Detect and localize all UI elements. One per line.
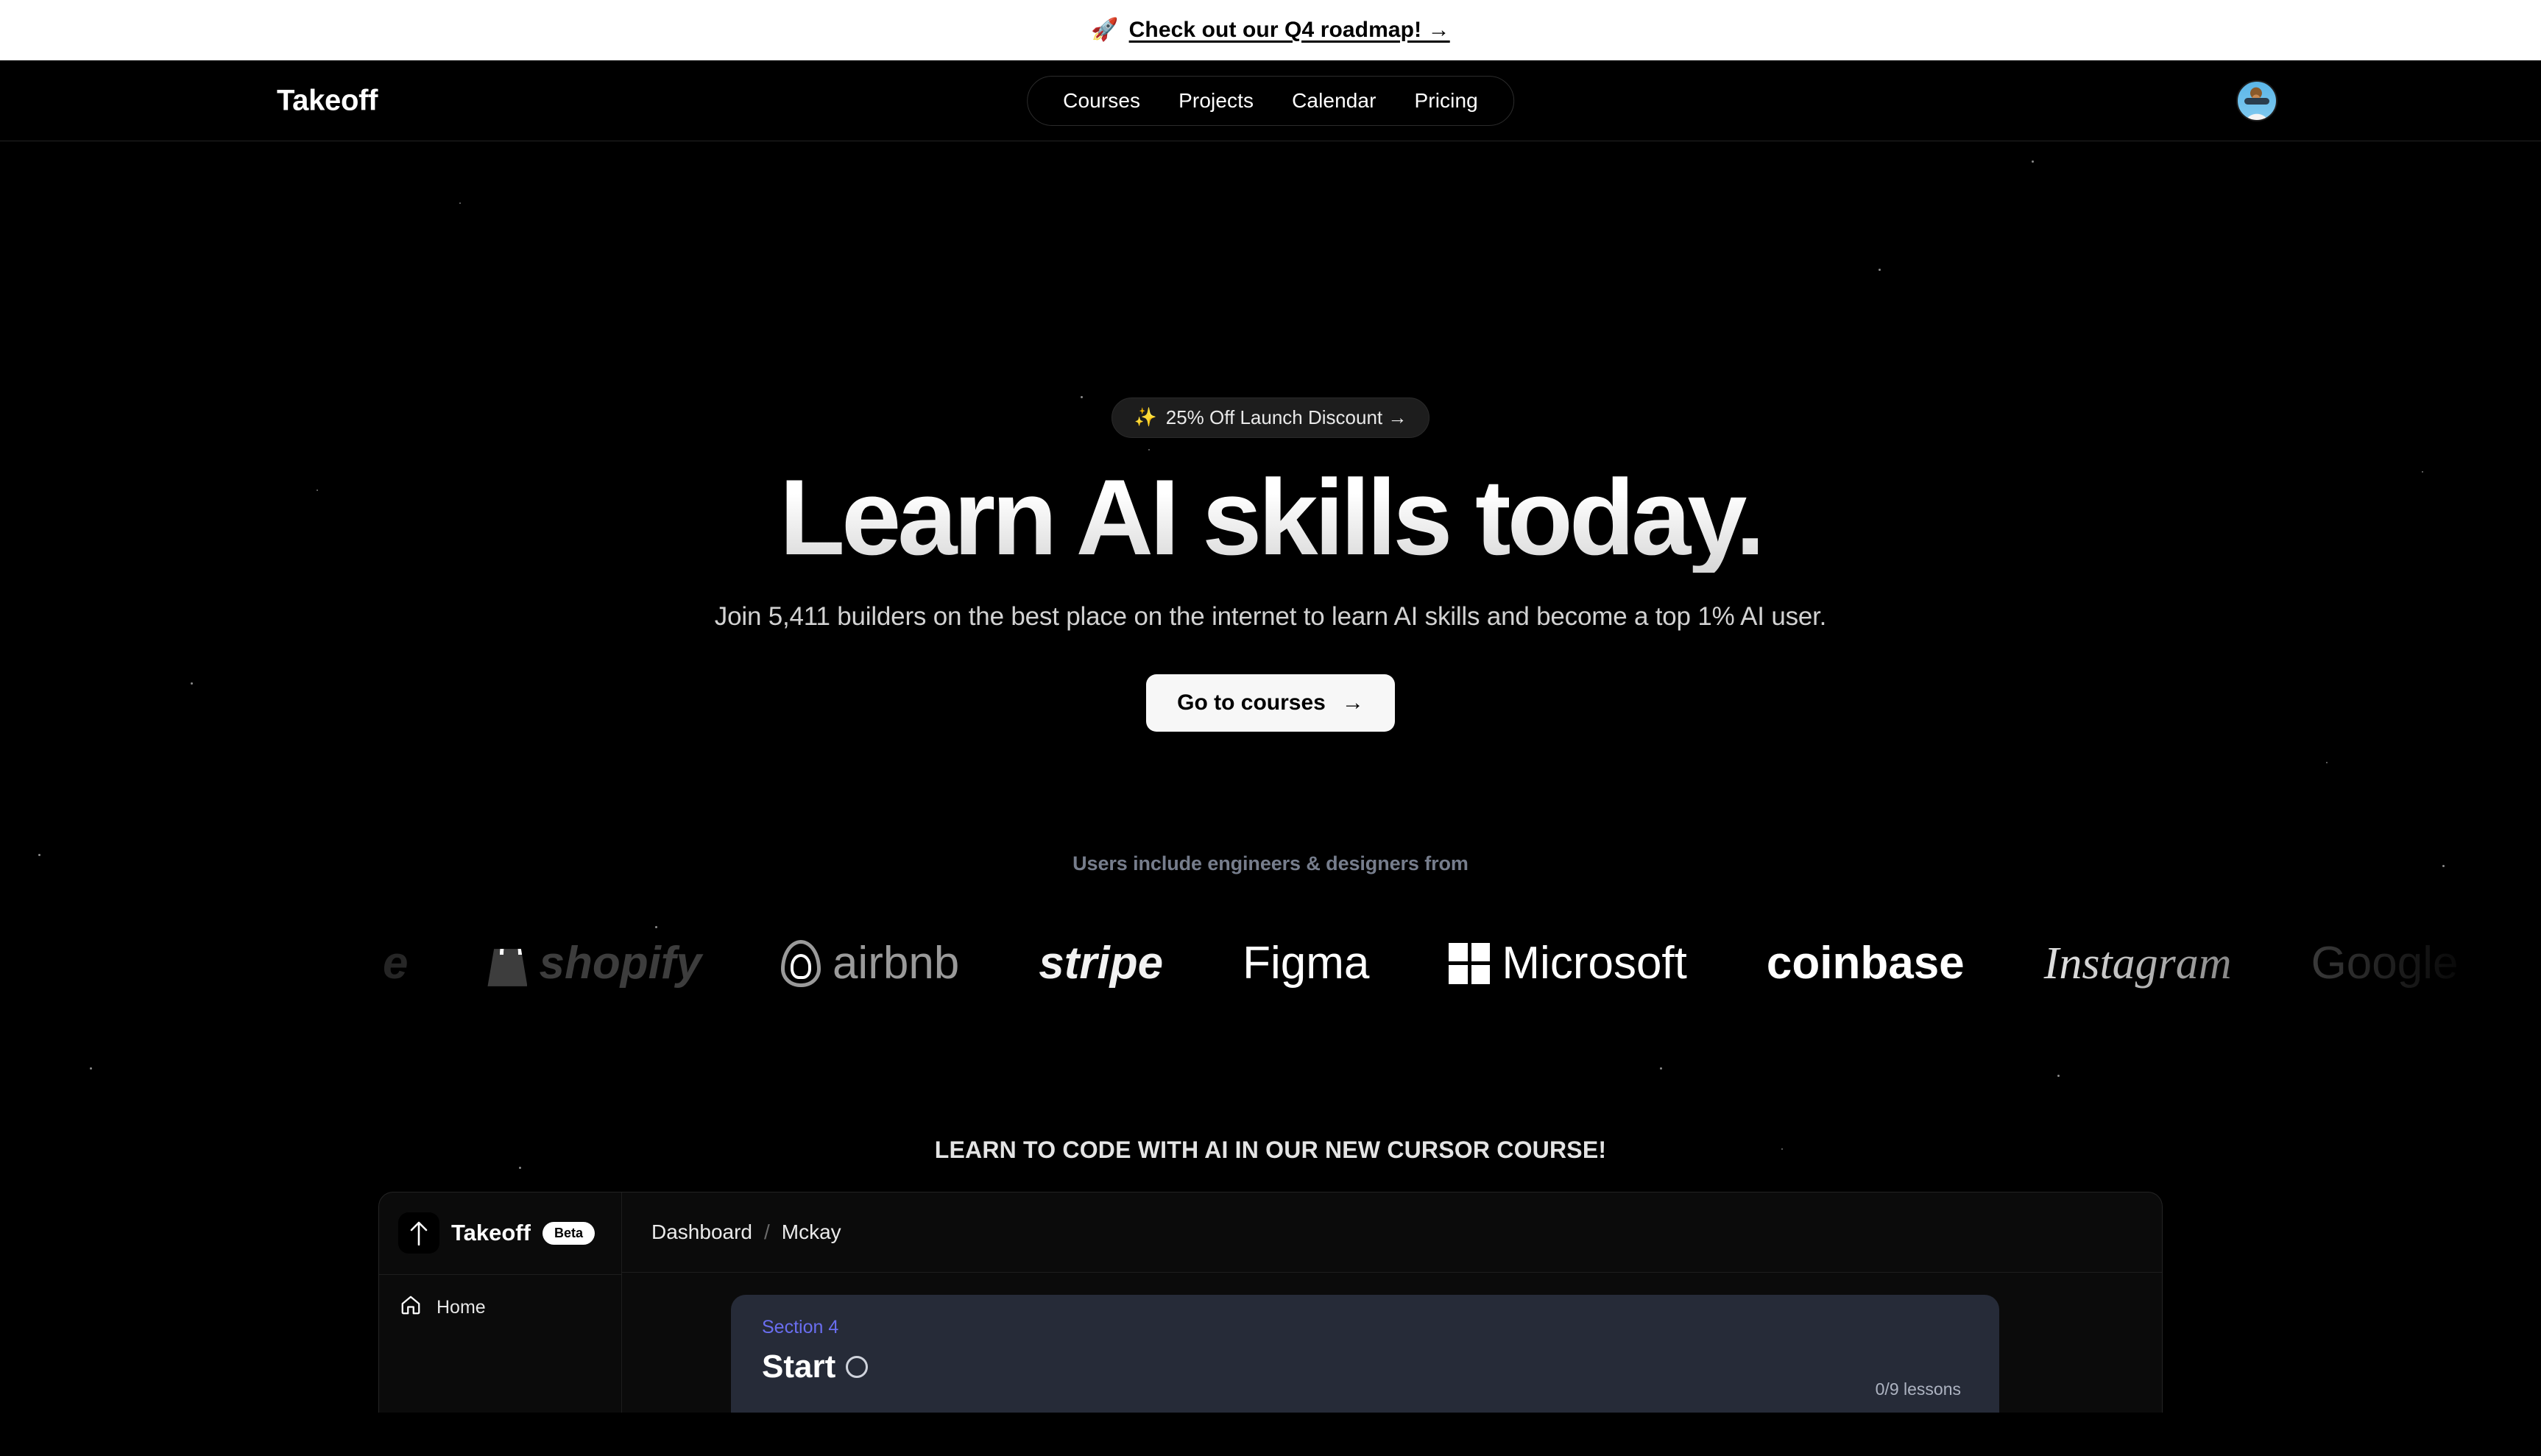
main-navbar: Takeoff Courses Projects Calendar Pricin…	[0, 60, 2541, 141]
up-arrow-icon	[398, 1212, 439, 1254]
home-icon	[400, 1294, 422, 1321]
breadcrumb-root[interactable]: Dashboard	[651, 1220, 752, 1244]
preview-brand: Takeoff	[451, 1220, 531, 1246]
logo-microsoft: Microsoft	[1449, 937, 1687, 989]
logo-stripe: stripe	[1039, 937, 1164, 989]
logo-stripe-text: stripe	[1039, 937, 1164, 989]
logo-coinbase-text: coinbase	[1766, 937, 1965, 989]
sparkle-icon: ✨	[1134, 407, 1157, 428]
announcement-link[interactable]: Check out our Q4 roadmap! →	[1129, 18, 1450, 43]
preview-main: Dashboard / Mckay Section 4 Start 0/9 le…	[622, 1192, 2162, 1413]
star-particle	[1660, 1067, 1662, 1070]
logo-shopify-repeat: shop	[2537, 941, 2541, 986]
logo-instagram: Instagram	[2044, 941, 2232, 986]
logo-google-text: Google	[2311, 937, 2459, 989]
sidebar-item-home[interactable]: Home	[379, 1275, 621, 1321]
star-particle	[2057, 1075, 2060, 1077]
brand-logo[interactable]: Takeoff	[277, 84, 378, 117]
cursor-course-heading: LEARN TO CODE WITH AI IN OUR NEW CURSOR …	[934, 1136, 1607, 1163]
course-section-card[interactable]: Section 4 Start 0/9 lessons	[731, 1294, 1999, 1413]
logo-figma: Figma	[1243, 937, 1370, 989]
announcement-banner[interactable]: 🚀 Check out our Q4 roadmap! →	[0, 0, 2541, 60]
nav-item-courses[interactable]: Courses	[1044, 85, 1159, 117]
star-particle	[1148, 449, 1150, 450]
page-title: Learn AI skills today.	[0, 462, 2541, 573]
social-proof-caption: Users include engineers & designers from	[1072, 852, 1469, 874]
logo-marquee-track: e shopify airbnb stripe Figma Microsoft	[0, 937, 2541, 989]
star-particle	[2326, 762, 2328, 763]
preview-sidebar: Takeoff Beta Home	[379, 1192, 622, 1413]
logo-marquee: e shopify airbnb stripe Figma Microsoft	[0, 915, 2541, 1011]
go-to-courses-button[interactable]: Go to courses →	[1146, 674, 1395, 732]
microsoft-grid-icon	[1449, 942, 1491, 984]
star-particle	[90, 1067, 92, 1070]
logo-airbnb-text: airbnb	[832, 937, 960, 989]
shopify-bag-icon	[487, 949, 528, 986]
star-particle	[519, 1167, 521, 1169]
lock-icon	[846, 1355, 869, 1378]
avatar[interactable]	[2236, 79, 2277, 121]
airbnb-icon	[780, 939, 821, 987]
nav-item-projects[interactable]: Projects	[1159, 85, 1273, 117]
card-title-row: Start	[762, 1349, 1968, 1385]
hero-subtitle: Join 5,411 builders on the best place on…	[714, 601, 1827, 631]
nav-item-calendar[interactable]: Calendar	[1273, 85, 1395, 117]
discount-badge-row: ✨ 25% Off Launch Discount →	[0, 141, 2541, 438]
logo-instagram-text: Instagram	[2043, 938, 2232, 989]
nav-links-pill: Courses Projects Calendar Pricing	[1027, 75, 1514, 126]
cta-row: Go to courses →	[0, 674, 2541, 732]
beta-badge: Beta	[542, 1221, 595, 1245]
nav-item-pricing[interactable]: Pricing	[1396, 85, 1497, 117]
breadcrumb: Dashboard / Mckay	[622, 1192, 2162, 1273]
logo-figma-text: Figma	[1243, 937, 1370, 989]
cta-label: Go to courses	[1177, 690, 1326, 715]
logo-google: Google	[2311, 937, 2459, 989]
logo-shopify-partial-text: e	[383, 937, 409, 989]
logo-shopify: shopify	[487, 937, 701, 989]
preview-sidebar-header: Takeoff Beta	[379, 1192, 621, 1275]
shopify-bag-icon-2	[2537, 949, 2541, 986]
logo-shopify-text: shopify	[539, 937, 701, 989]
card-title: Start	[762, 1348, 836, 1385]
logo-shopify-partial: e	[383, 937, 409, 989]
rocket-icon: 🚀	[1091, 18, 1119, 42]
dashboard-preview: Takeoff Beta Home Dashboard / Mckay Sect…	[378, 1191, 2163, 1413]
logo-airbnb: airbnb	[780, 937, 960, 989]
arrow-right-icon: →	[1341, 690, 1364, 715]
hero-section: ✨ 25% Off Launch Discount → Learn AI ski…	[0, 68, 2541, 1413]
discount-badge[interactable]: ✨ 25% Off Launch Discount →	[1111, 397, 1430, 438]
breadcrumb-current: Mckay	[781, 1220, 841, 1243]
breadcrumb-separator: /	[763, 1220, 770, 1243]
discount-badge-label: 25% Off Launch Discount →	[1165, 406, 1407, 428]
card-section-label: Section 4	[762, 1316, 839, 1337]
logo-microsoft-text: Microsoft	[1502, 937, 1687, 989]
card-lesson-count: 0/9 lessons	[1875, 1379, 1961, 1399]
preview-body: Section 4 Start 0/9 lessons	[622, 1273, 2162, 1413]
logo-coinbase: coinbase	[1766, 937, 1965, 989]
sidebar-item-home-label: Home	[437, 1296, 486, 1318]
